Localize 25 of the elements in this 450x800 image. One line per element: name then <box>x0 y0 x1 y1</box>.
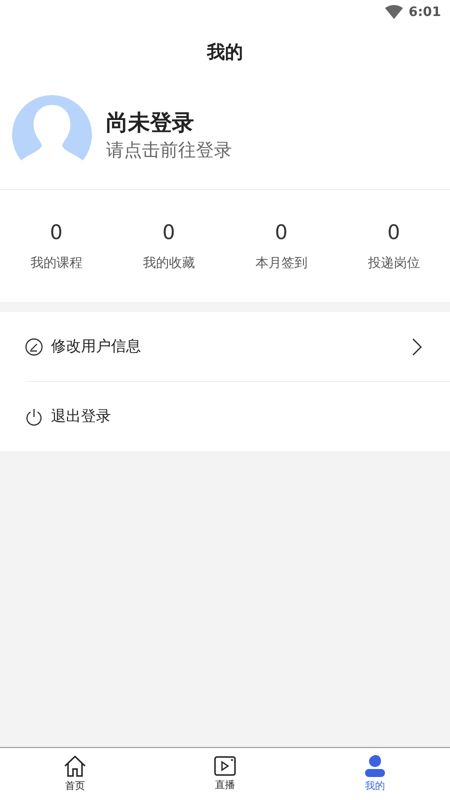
stat-value: 0 <box>274 220 288 244</box>
menu-item[interactable]: 修改用户信息 <box>51 337 404 356</box>
tab[interactable]: 首页 <box>0 748 150 800</box>
home-icon <box>63 755 87 777</box>
menu-item[interactable]: 退出登录 <box>51 407 422 426</box>
power-icon <box>25 408 43 426</box>
tab[interactable]: 直播 <box>150 748 300 800</box>
page-title: 我的 <box>207 41 243 64</box>
chevron-right-icon <box>412 338 422 356</box>
stat-label: 我的收藏 <box>142 255 195 272</box>
user-icon <box>365 755 385 777</box>
stat-value: 0 <box>50 220 63 244</box>
stat-value: 0 <box>162 220 176 244</box>
avatar-icon <box>12 94 92 174</box>
video-icon <box>214 756 236 776</box>
stat-label: 本月签到 <box>255 255 308 272</box>
tab[interactable]: 我的 <box>300 748 450 800</box>
stat-label: 投递岗位 <box>368 255 420 272</box>
status-time: 6:01 <box>408 4 441 20</box>
login-hint[interactable]: 请点击前往登录 <box>106 138 232 162</box>
stat-value: 0 <box>387 220 400 244</box>
edit-icon <box>25 338 43 356</box>
wifi-icon <box>384 5 403 19</box>
stat-label: 我的课程 <box>30 255 82 272</box>
login-status[interactable]: 尚未登录 <box>106 108 232 138</box>
